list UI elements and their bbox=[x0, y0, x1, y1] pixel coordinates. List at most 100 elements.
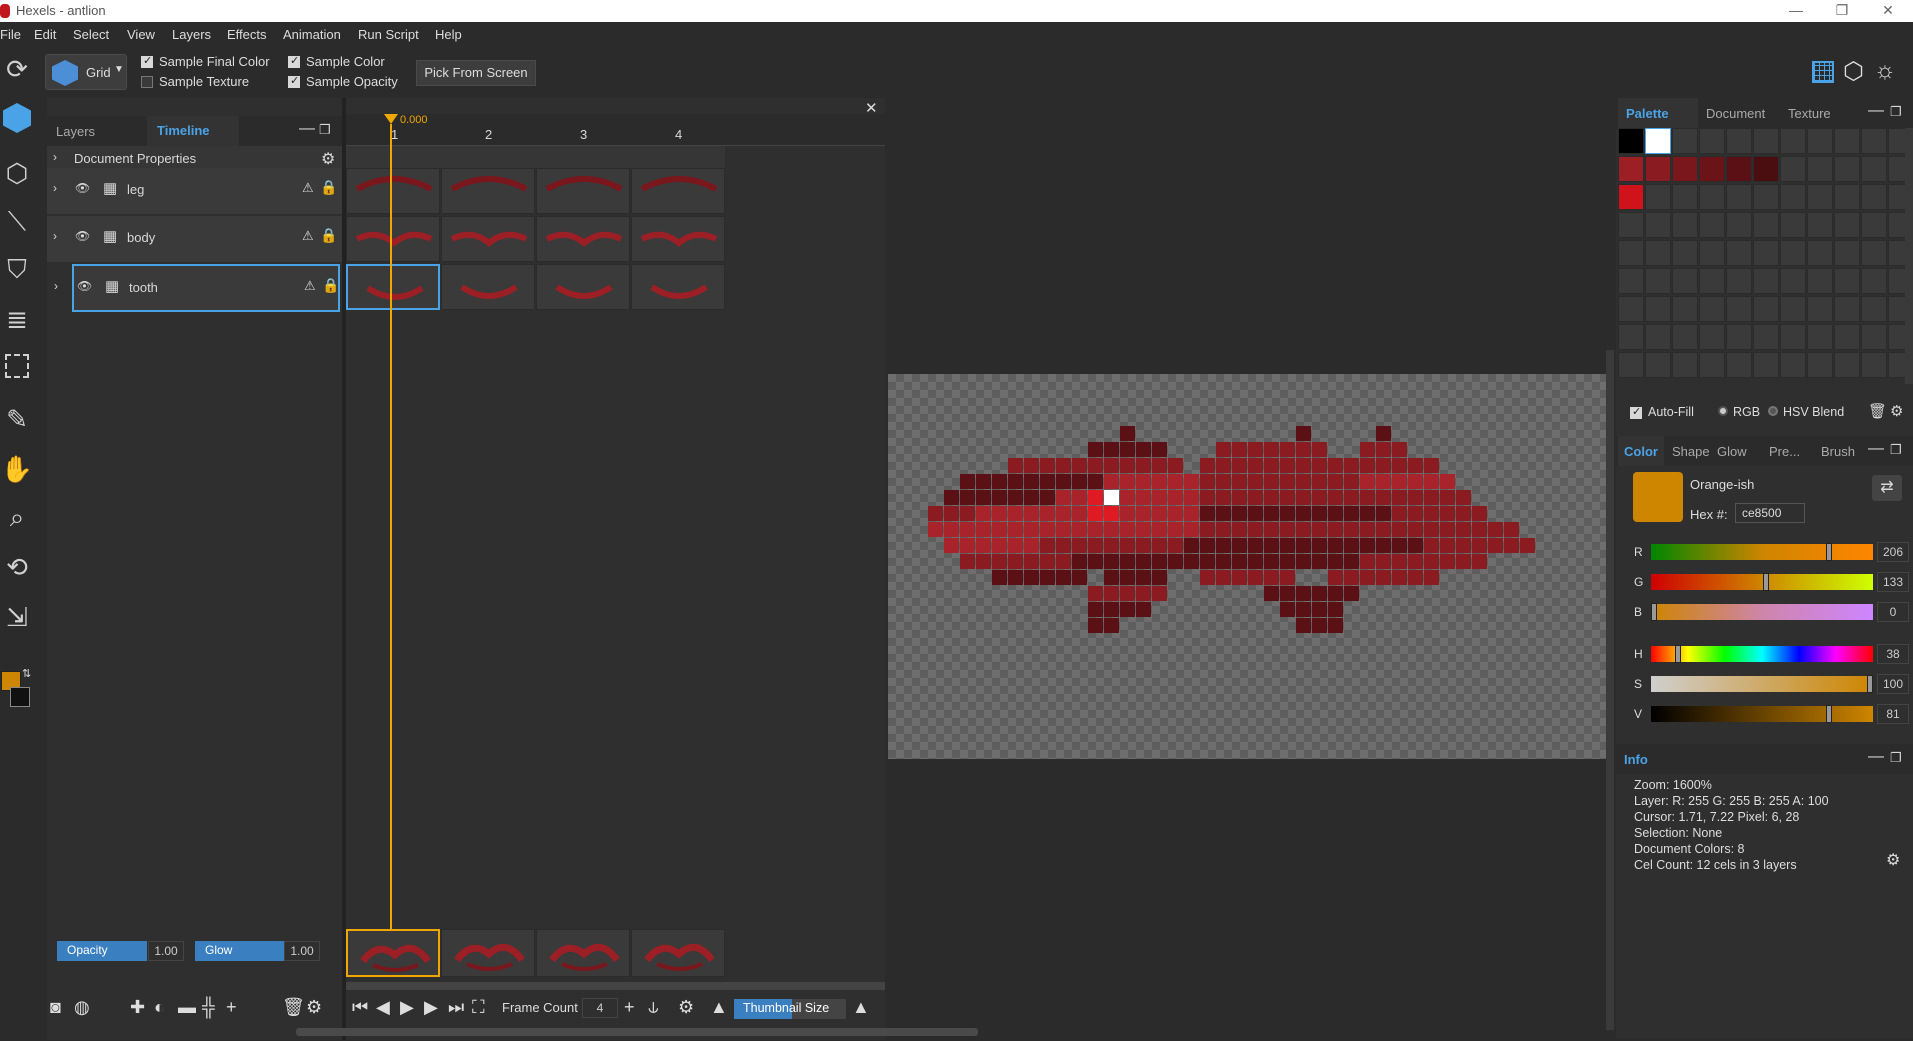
palette-swatch[interactable] bbox=[1861, 128, 1887, 154]
palette-swatch[interactable] bbox=[1618, 240, 1644, 266]
palette-swatch[interactable] bbox=[1672, 156, 1698, 182]
palette-swatch[interactable] bbox=[1726, 184, 1752, 210]
minimize-icon[interactable]: — bbox=[1773, 0, 1819, 22]
palette-swatch[interactable] bbox=[1753, 324, 1779, 350]
palette-swatch[interactable] bbox=[1618, 324, 1644, 350]
insert-frame-icon[interactable]: ⫝ bbox=[648, 996, 659, 1018]
opacity-slider[interactable]: Opacity bbox=[57, 941, 147, 961]
slider-handle[interactable] bbox=[1763, 573, 1769, 591]
palette-swatch[interactable] bbox=[1780, 128, 1806, 154]
menu-animation[interactable]: Animation bbox=[283, 27, 341, 42]
layer-row-tooth[interactable]: › 👁 ▦ tooth ⚠ 🔒 bbox=[54, 264, 340, 312]
brush-layer-icon[interactable]: ◐ bbox=[154, 996, 165, 1018]
menu-edit[interactable]: Edit bbox=[34, 27, 56, 42]
line-icon[interactable]: ⟍ bbox=[0, 201, 34, 241]
grid-dropdown[interactable]: Grid ▼ bbox=[45, 54, 127, 90]
palette-swatch[interactable] bbox=[1834, 128, 1860, 154]
menu-help[interactable]: Help bbox=[435, 27, 462, 42]
menu-effects[interactable]: Effects bbox=[227, 27, 267, 42]
palette-swatch[interactable] bbox=[1834, 184, 1860, 210]
expand-chevron-icon[interactable]: › bbox=[54, 279, 58, 293]
folder-icon[interactable]: ▬ bbox=[178, 996, 196, 1018]
palette-swatch[interactable] bbox=[1834, 324, 1860, 350]
frame-thumbnail[interactable] bbox=[441, 929, 535, 977]
pick-from-screen-button[interactable]: Pick From Screen bbox=[416, 60, 536, 86]
timeline-cel[interactable] bbox=[536, 216, 630, 262]
timeline-cel[interactable] bbox=[441, 216, 535, 262]
lock-icon[interactable]: 🔒 bbox=[322, 277, 339, 294]
rgb-radio[interactable] bbox=[1718, 406, 1728, 416]
select-icon[interactable] bbox=[5, 354, 29, 378]
tab-glow[interactable]: Glow bbox=[1717, 444, 1747, 459]
menu-view[interactable]: View bbox=[127, 27, 155, 42]
hex-grid-icon[interactable]: ⬡ bbox=[1843, 57, 1864, 86]
tab-timeline[interactable]: Timeline bbox=[157, 123, 210, 138]
palette-swatch[interactable] bbox=[1645, 296, 1671, 322]
canvas-vscrollbar[interactable] bbox=[1606, 350, 1614, 1030]
lock-icon[interactable]: 🔒 bbox=[320, 227, 337, 244]
grid-view-icon[interactable] bbox=[1812, 61, 1834, 83]
tab-layers[interactable]: Layers bbox=[56, 124, 95, 139]
effects-icon[interactable]: ◍ bbox=[74, 996, 90, 1018]
palette-swatch[interactable] bbox=[1861, 352, 1887, 378]
fill-tool-icon[interactable]: ⇲ bbox=[0, 597, 34, 637]
palette-swatch[interactable] bbox=[1645, 184, 1671, 210]
palette-swatch[interactable] bbox=[1780, 156, 1806, 182]
first-frame-icon[interactable]: ⏮ bbox=[352, 996, 368, 1018]
palette-swatch[interactable] bbox=[1672, 240, 1698, 266]
sample-color-checkbox[interactable] bbox=[288, 54, 300, 68]
menu-file[interactable]: File bbox=[0, 27, 21, 42]
palette-grid[interactable] bbox=[1618, 128, 1913, 388]
frame-thumbnail[interactable] bbox=[536, 929, 630, 977]
palette-swatch[interactable] bbox=[1672, 324, 1698, 350]
swap-colors-icon[interactable]: ⇄ bbox=[1872, 475, 1902, 501]
glow-slider[interactable]: Glow bbox=[195, 941, 285, 961]
palette-swatch[interactable] bbox=[1726, 268, 1752, 294]
warning-icon[interactable]: ⚠ bbox=[302, 228, 314, 244]
timeline-cel[interactable] bbox=[536, 168, 630, 214]
palette-swatch[interactable] bbox=[1753, 128, 1779, 154]
canvas-document[interactable] bbox=[888, 374, 1606, 759]
palette-swatch[interactable] bbox=[1699, 184, 1725, 210]
palette-swatch[interactable] bbox=[1753, 212, 1779, 238]
menu-run-script[interactable]: Run Script bbox=[358, 27, 419, 42]
mountain-large-icon[interactable]: ▲ bbox=[852, 996, 870, 1018]
palette-swatch[interactable] bbox=[1726, 156, 1752, 182]
minimize-panel-icon[interactable]: — bbox=[1868, 440, 1884, 458]
dropper-icon[interactable]: ✎ bbox=[0, 399, 34, 439]
palette-swatch[interactable] bbox=[1672, 212, 1698, 238]
palette-swatch[interactable] bbox=[1807, 212, 1833, 238]
palette-swatch[interactable] bbox=[1834, 268, 1860, 294]
slider-handle[interactable] bbox=[1826, 543, 1832, 561]
timeline-cel[interactable] bbox=[631, 216, 725, 262]
palette-swatch[interactable] bbox=[1726, 212, 1752, 238]
restore-icon[interactable]: ❐ bbox=[1819, 0, 1865, 22]
palette-swatch[interactable] bbox=[1672, 128, 1698, 154]
tab-shape[interactable]: Shape bbox=[1672, 444, 1710, 459]
tab-palette[interactable]: Palette bbox=[1626, 106, 1669, 121]
hex-input[interactable]: ce8500 bbox=[1735, 503, 1805, 523]
palette-swatch[interactable] bbox=[1672, 352, 1698, 378]
expand-chevron-icon[interactable]: › bbox=[53, 150, 57, 164]
palette-swatch[interactable] bbox=[1834, 240, 1860, 266]
trash-icon[interactable]: 🗑 bbox=[1868, 402, 1887, 420]
channel-slider[interactable] bbox=[1651, 603, 1873, 621]
last-frame-icon[interactable]: ⏭ bbox=[448, 996, 464, 1018]
timeline-cel[interactable] bbox=[441, 264, 535, 310]
palette-swatch[interactable] bbox=[1645, 128, 1671, 154]
palette-swatch[interactable] bbox=[1618, 184, 1644, 210]
channel-value[interactable]: 100 bbox=[1877, 674, 1909, 694]
expand-chevron-icon[interactable]: › bbox=[53, 229, 57, 243]
add-layer-icon[interactable]: ✚ bbox=[130, 996, 145, 1018]
tab-color[interactable]: Color bbox=[1624, 444, 1658, 459]
frame-count-input[interactable]: 4 bbox=[582, 998, 618, 1018]
transform-icon[interactable]: ⟲ bbox=[0, 547, 34, 587]
float-panel-icon[interactable]: ❐ bbox=[1890, 104, 1902, 120]
gear-icon[interactable]: ⚙ bbox=[321, 149, 335, 169]
layers-icon[interactable]: ≣ bbox=[0, 299, 34, 339]
channel-slider[interactable] bbox=[1651, 573, 1873, 591]
palette-swatch[interactable] bbox=[1807, 268, 1833, 294]
palette-swatch[interactable] bbox=[1645, 212, 1671, 238]
palette-swatch[interactable] bbox=[1753, 268, 1779, 294]
palette-swatch[interactable] bbox=[1618, 352, 1644, 378]
